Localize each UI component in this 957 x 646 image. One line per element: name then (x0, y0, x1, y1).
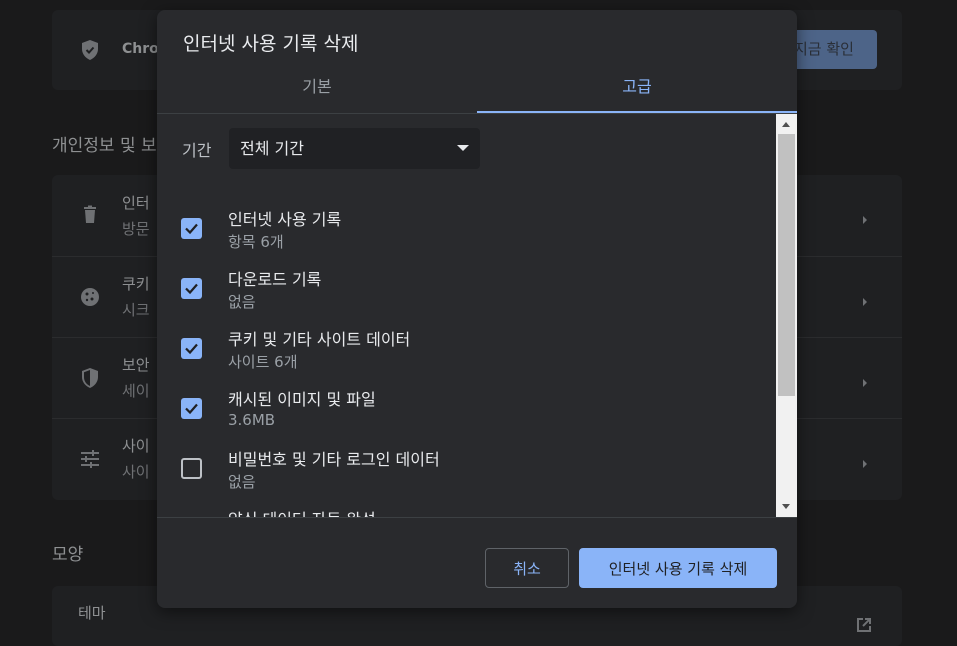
item-label: 캐시된 이미지 및 파일 (228, 390, 376, 409)
tab-basic[interactable]: 기본 (157, 68, 477, 114)
trash-icon (78, 203, 102, 227)
passwords-checkbox[interactable] (181, 458, 202, 479)
dropdown-arrow-icon (457, 145, 469, 151)
time-range-value: 전체 기간 (240, 139, 304, 158)
item-label: 쿠키 및 기타 사이트 데이터 (228, 330, 411, 349)
list-item[interactable]: 양식 데이터 자동 완성 (157, 506, 777, 517)
shield-check-icon (78, 38, 102, 62)
item-sub: 항목 6개 (228, 233, 284, 251)
browsing-history-checkbox[interactable] (181, 218, 202, 239)
privacy-row-3-title: 보안 (122, 356, 150, 374)
item-sub: 없음 (228, 293, 256, 311)
clear-data-button[interactable]: 인터넷 사용 기록 삭제 (579, 548, 777, 588)
appearance-section-title: 모양 (52, 545, 84, 565)
time-range-label: 기간 (182, 141, 212, 160)
privacy-section-title: 개인정보 및 보 (52, 136, 157, 156)
list-item[interactable]: 캐시된 이미지 및 파일 3.6MB (157, 386, 777, 446)
item-sub: 3.6MB (228, 411, 276, 429)
dialog-title: 인터넷 사용 기록 삭제 (183, 33, 359, 55)
privacy-row-1-title: 인터 (122, 194, 150, 212)
item-sub: 없음 (228, 473, 256, 491)
chevron-right-icon (860, 454, 870, 468)
privacy-row-1-sub: 방문 (122, 220, 150, 238)
safety-check-label: Chro (122, 41, 159, 57)
tune-sliders-icon (78, 447, 102, 471)
checkmark-icon (185, 283, 198, 295)
privacy-row-2-sub: 시크 (122, 301, 150, 319)
checkmark-icon (185, 343, 198, 355)
privacy-row-3-sub: 세이 (122, 382, 150, 400)
vertical-scrollbar[interactable] (776, 114, 797, 517)
list-item[interactable]: 쿠키 및 기타 사이트 데이터 사이트 6개 (157, 326, 777, 386)
open-in-new-icon (852, 613, 876, 637)
item-label: 양식 데이터 자동 완성 (228, 506, 376, 517)
chevron-right-icon (860, 373, 870, 387)
scroll-up-arrow-icon[interactable] (782, 122, 790, 127)
list-item[interactable]: 인터넷 사용 기록 항목 6개 (157, 206, 777, 266)
cookies-checkbox[interactable] (181, 338, 202, 359)
list-item[interactable]: 비밀번호 및 기타 로그인 데이터 없음 (157, 446, 777, 506)
chevron-right-icon (860, 210, 870, 224)
download-history-checkbox[interactable] (181, 278, 202, 299)
cached-images-checkbox[interactable] (181, 398, 202, 419)
privacy-row-2-title: 쿠키 (122, 275, 150, 293)
privacy-row-4-sub: 사이 (122, 463, 150, 481)
scrollbar-thumb[interactable] (778, 134, 795, 396)
list-item[interactable]: 다운로드 기록 없음 (157, 266, 777, 326)
item-sub: 사이트 6개 (228, 353, 298, 371)
checkmark-icon (185, 403, 198, 415)
cancel-button[interactable]: 취소 (485, 548, 569, 588)
tab-advanced[interactable]: 고급 (477, 68, 797, 114)
item-label: 인터넷 사용 기록 (228, 210, 342, 229)
chevron-right-icon (860, 292, 870, 306)
item-label: 다운로드 기록 (228, 270, 322, 289)
selected-tab-indicator (477, 111, 797, 113)
security-shield-icon (78, 366, 102, 390)
cookie-icon (78, 285, 102, 309)
theme-row-title: 테마 (78, 604, 106, 622)
options-scroll-area[interactable]: 기간 전체 기간 인터넷 사용 기록 항목 6개 다운로드 기록 없음 쿠키 및… (157, 114, 797, 517)
checkmark-icon (185, 223, 198, 235)
scroll-down-arrow-icon[interactable] (782, 504, 790, 509)
time-range-select[interactable]: 전체 기간 (229, 128, 480, 169)
footer-divider (157, 517, 797, 518)
item-label: 비밀번호 및 기타 로그인 데이터 (228, 450, 440, 469)
privacy-row-4-title: 사이 (122, 437, 150, 455)
clear-browsing-data-dialog: 인터넷 사용 기록 삭제 기본 고급 기간 전체 기간 인터넷 사용 기록 항목… (157, 10, 797, 608)
